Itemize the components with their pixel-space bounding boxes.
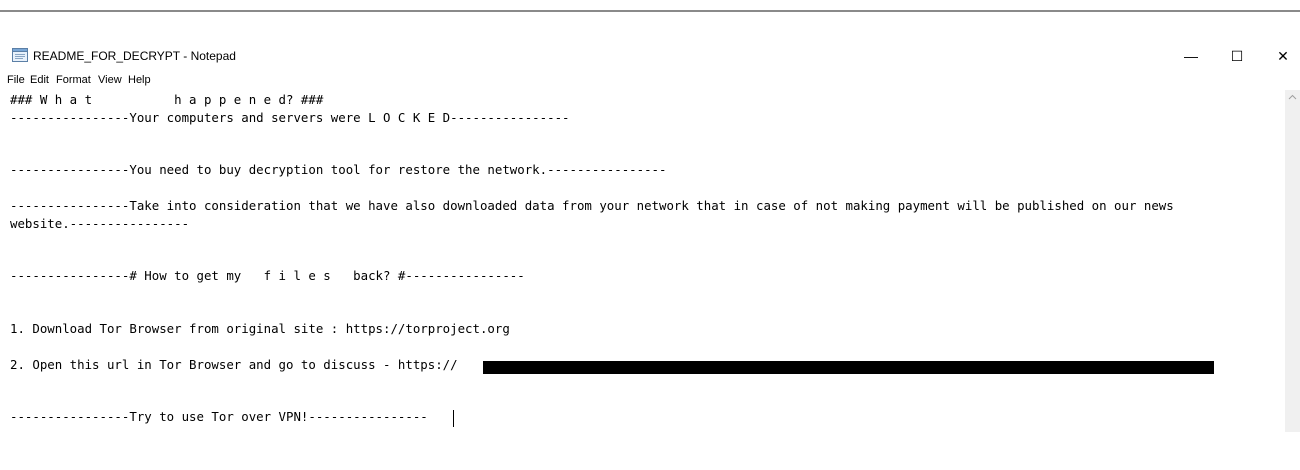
menu-help[interactable]: Help	[128, 74, 151, 86]
redaction-bar	[483, 361, 1214, 374]
scroll-up-arrow-icon[interactable]	[1287, 92, 1298, 103]
minimize-button[interactable]: —	[1168, 40, 1214, 72]
maximize-button[interactable]: ☐	[1214, 40, 1260, 72]
text-line: 1. Download Tor Browser from original si…	[10, 321, 510, 336]
menu-file[interactable]: File	[7, 74, 25, 86]
minimize-icon: —	[1184, 48, 1198, 64]
menu-format[interactable]: Format	[56, 74, 91, 86]
top-divider	[0, 10, 1300, 12]
window-title: README_FOR_DECRYPT - Notepad	[33, 49, 236, 63]
text-line: ----------------Try to use Tor over VPN!…	[10, 409, 428, 424]
text-line: ----------------# How to get my f i l e …	[10, 268, 525, 283]
maximize-icon: ☐	[1230, 47, 1244, 64]
text-caret	[453, 410, 454, 427]
menu-edit[interactable]: Edit	[30, 74, 49, 86]
text-line: 2. Open this url in Tor Browser and go t…	[10, 357, 458, 372]
vertical-scrollbar[interactable]	[1285, 90, 1300, 432]
menu-bar: File Edit Format View Help	[0, 74, 1300, 90]
title-bar[interactable]: README_FOR_DECRYPT - Notepad — ☐ ✕	[0, 40, 1300, 72]
text-editor[interactable]: ### W h a t h a p p e n e d? ### -------…	[0, 90, 1285, 430]
text-line: ----------------Take into consideration …	[10, 198, 1174, 213]
text-line: ### W h a t h a p p e n e d? ###	[10, 92, 324, 107]
notepad-icon	[12, 48, 28, 62]
text-line: ----------------Your computers and serve…	[10, 110, 570, 125]
text-line: ----------------You need to buy decrypti…	[10, 162, 667, 177]
close-button[interactable]: ✕	[1260, 40, 1300, 72]
menu-view[interactable]: View	[98, 74, 122, 86]
text-line: website.----------------	[10, 216, 190, 231]
close-icon: ✕	[1277, 47, 1289, 64]
